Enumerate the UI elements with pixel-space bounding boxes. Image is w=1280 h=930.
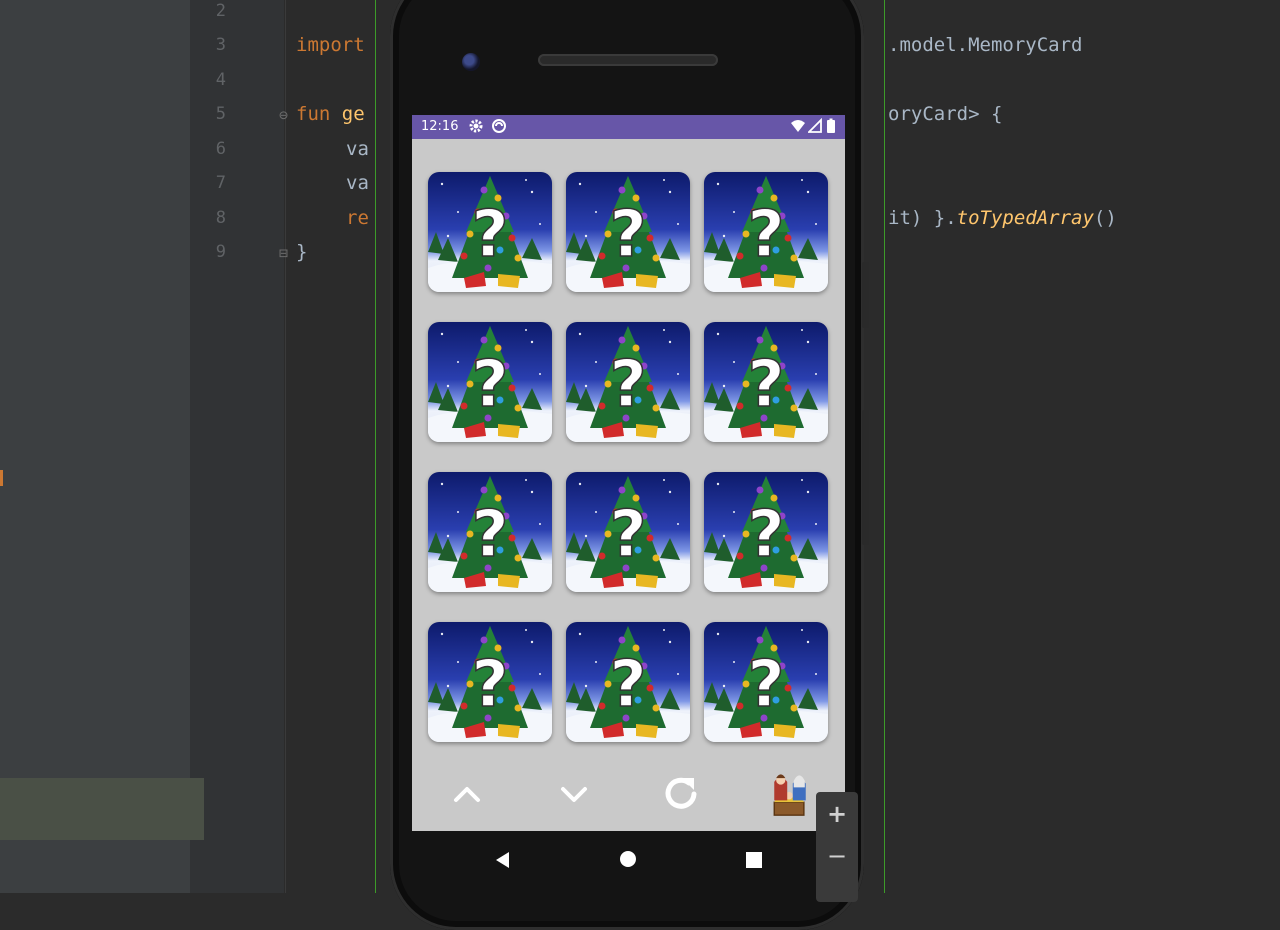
gutter-separator [285, 0, 286, 893]
status-time: 12:16 [421, 119, 459, 134]
volume-button[interactable] [862, 410, 869, 545]
memory-card[interactable]: ? [428, 472, 552, 592]
wifi-icon [791, 120, 805, 132]
front-camera [462, 53, 480, 71]
memory-card[interactable]: ? [566, 622, 690, 742]
layout-guide-left [375, 0, 376, 893]
code-line-9[interactable]: } [296, 242, 307, 262]
memory-card[interactable]: ? [428, 622, 552, 742]
svg-text:?: ? [747, 498, 784, 572]
memory-card[interactable]: ? [704, 622, 828, 742]
memory-card[interactable]: ? [704, 172, 828, 292]
android-nav-bar [412, 831, 845, 893]
status-bar: 12:16 [412, 115, 845, 139]
code-line-7[interactable]: va [346, 173, 369, 193]
svg-text:?: ? [747, 348, 784, 422]
nativity-icon[interactable] [760, 767, 820, 817]
code-line-3-rest[interactable]: .model.MemoryCard [888, 35, 1082, 55]
line-number: 6 [215, 139, 226, 159]
power-button[interactable] [862, 262, 869, 328]
line-number: 4 [215, 70, 226, 90]
memory-card[interactable]: ? [704, 472, 828, 592]
svg-text:?: ? [609, 348, 646, 422]
memory-card[interactable]: ? [566, 472, 690, 592]
layout-guide-right [884, 0, 885, 893]
code-line-5[interactable]: fun ge [296, 104, 365, 124]
svg-text:?: ? [471, 498, 508, 572]
svg-text:?: ? [609, 498, 646, 572]
back-icon[interactable] [492, 849, 514, 871]
line-number: 7 [215, 173, 226, 193]
chevron-up-icon[interactable] [437, 769, 497, 819]
code-line-8-rest[interactable]: it) }.toTypedArray() [888, 208, 1117, 228]
code-line-5-rest[interactable]: oryCard> { [888, 104, 1002, 124]
memory-card[interactable]: ? [566, 172, 690, 292]
signal-icon [808, 118, 822, 133]
memory-card[interactable]: ? [566, 322, 690, 442]
emulator-zoom-controls: + − [816, 792, 858, 902]
line-number: 3 [215, 35, 226, 55]
recents-icon[interactable] [743, 849, 765, 871]
chevron-down-icon[interactable] [544, 769, 604, 819]
memory-card[interactable]: ? [704, 322, 828, 442]
code-line-3[interactable]: import [296, 35, 365, 55]
line-number: 2 [215, 1, 226, 21]
home-icon[interactable] [617, 848, 639, 870]
svg-text:?: ? [609, 648, 646, 722]
zoom-out-button[interactable]: − [816, 842, 858, 870]
gear-icon [469, 119, 483, 133]
fold-close-icon[interactable]: ⊟ [279, 243, 288, 263]
sync-icon [492, 119, 506, 133]
panel-scrollbar[interactable] [190, 0, 204, 893]
project-panel [0, 0, 190, 893]
svg-text:?: ? [747, 648, 784, 722]
svg-text:?: ? [747, 198, 784, 272]
refresh-icon[interactable] [652, 769, 712, 819]
code-line-8[interactable]: re [346, 208, 369, 228]
phone-screen: 12:16 ? ? ? ? ? ? ? ? ? ? ? ? [412, 115, 845, 831]
svg-text:?: ? [609, 198, 646, 272]
svg-text:?: ? [471, 648, 508, 722]
zoom-in-button[interactable]: + [816, 800, 858, 828]
fold-open-icon[interactable]: ⊖ [279, 105, 288, 125]
line-number: 8 [215, 208, 226, 228]
selected-row-highlight [0, 778, 204, 840]
editor-gutter [204, 0, 284, 893]
svg-text:?: ? [471, 198, 508, 272]
code-line-6[interactable]: va [346, 139, 369, 159]
line-number: 9 [215, 242, 226, 262]
change-marker [0, 470, 3, 486]
earpiece-speaker [538, 54, 718, 66]
battery-icon [827, 118, 835, 133]
memory-card[interactable]: ? [428, 322, 552, 442]
memory-card[interactable]: ? [428, 172, 552, 292]
line-number: 5 [215, 104, 226, 124]
svg-text:?: ? [471, 348, 508, 422]
